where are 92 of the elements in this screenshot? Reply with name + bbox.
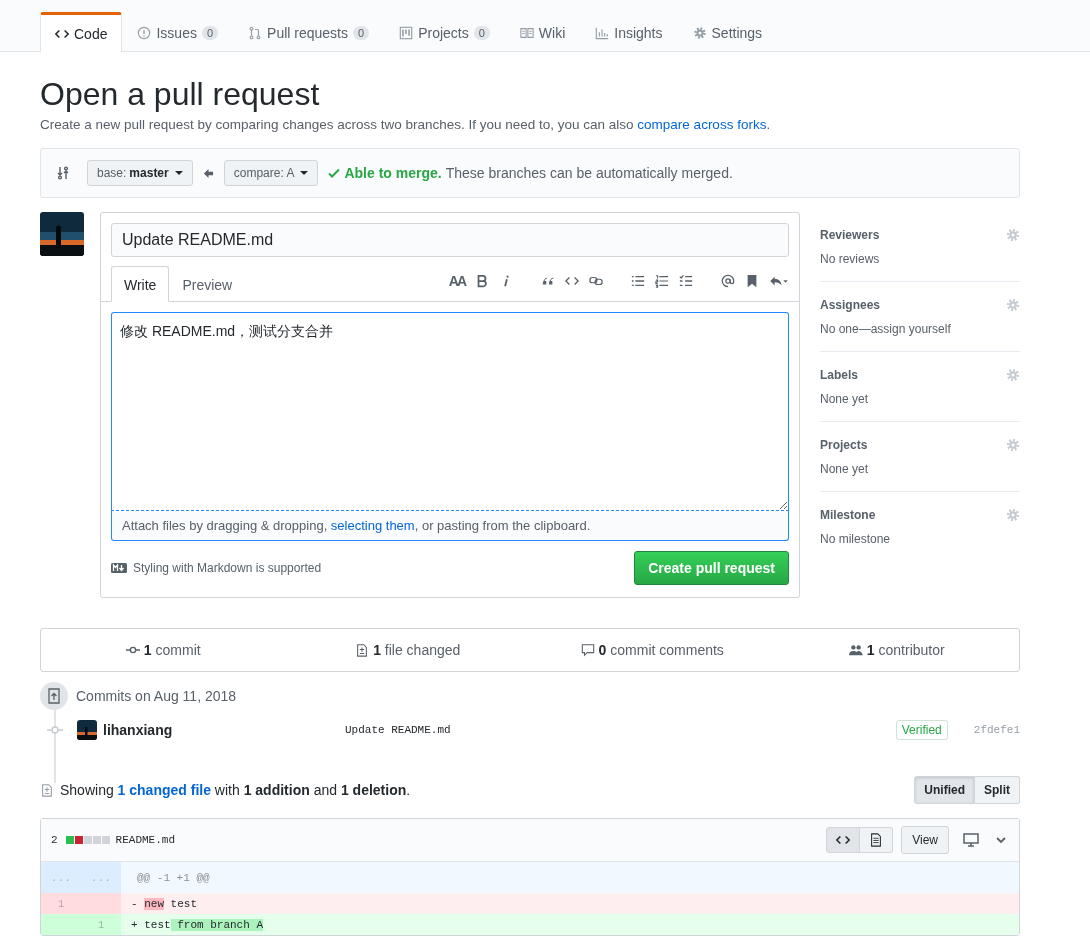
tab-label: Issues <box>156 25 197 41</box>
changes-summary: Showing 1 changed file with 1 addition and 1 deletion. <box>60 782 411 798</box>
summary-stat[interactable]: 1 contributor <box>866 642 945 658</box>
line-number: ... <box>41 862 81 893</box>
sidebar-value: None yet <box>820 392 870 406</box>
mention-icon[interactable] <box>721 274 735 288</box>
markdown-note: Styling with Markdown is supported <box>133 561 322 575</box>
editor-tab[interactable]: Write <box>111 266 170 302</box>
repo-tab[interactable]: Insights <box>580 12 678 52</box>
tab-label: Insights <box>614 25 663 41</box>
hunk-header: @@ -1 +1 @@ <box>136 871 210 884</box>
desktop-icon[interactable] <box>963 832 979 848</box>
tab-label: Pull requests <box>267 25 348 41</box>
repo-tab[interactable]: Issues 0 <box>122 12 234 52</box>
sidebar-value: No milestone <box>820 532 892 546</box>
compare-arrows-icon <box>55 165 71 181</box>
summary-stat[interactable]: 0 commit comments <box>598 642 724 658</box>
change-count: 2 <box>51 834 58 846</box>
reply-icon[interactable] <box>769 274 789 288</box>
sidebar-heading: Milestone <box>820 508 876 522</box>
sidebar-heading: Projects <box>820 438 868 452</box>
line-number: 1 <box>41 893 81 914</box>
page-title: Open a pull request <box>40 76 321 113</box>
tab-label: Wiki <box>538 25 566 41</box>
merge-note: These branches can be automatically merged. <box>445 165 733 181</box>
bar-graph-icon <box>595 26 610 40</box>
people-icon <box>848 643 863 657</box>
merge-status: Able to merge. <box>344 165 442 181</box>
tab-label: Projects <box>418 25 469 41</box>
compare-branch-select[interactable]: compare: A <box>223 160 319 186</box>
left-arrow-icon <box>202 167 214 179</box>
code-icon <box>836 833 851 847</box>
project-board-icon <box>399 26 414 40</box>
tab-counter: 0 <box>353 26 370 40</box>
view-file-button[interactable]: View <box>901 826 949 854</box>
book-icon <box>519 26 534 40</box>
repo-push-icon <box>40 682 68 710</box>
sidebar-value: No one—assign yourself <box>820 322 952 336</box>
line-number: ... <box>81 862 121 893</box>
repo-tab[interactable]: Wiki <box>504 12 581 52</box>
source-view-button[interactable] <box>826 827 861 853</box>
check-icon <box>328 167 341 179</box>
sidebar-value: No reviews <box>820 252 881 266</box>
code-line: - new test <box>130 897 198 910</box>
repo-tab[interactable]: Code <box>40 12 123 53</box>
bookmark-icon[interactable] <box>745 274 759 288</box>
base-branch-select[interactable]: base: master <box>87 160 193 186</box>
pull-request-icon <box>248 26 263 40</box>
file-diff-icon <box>40 783 54 797</box>
diff-view-toggle[interactable]: Unified <box>914 776 975 804</box>
code-line: + test from branch A <box>130 918 264 931</box>
settings-icon <box>692 26 707 40</box>
summary-stat[interactable]: 1 file changed <box>373 642 461 658</box>
tab-counter: 0 <box>201 26 219 40</box>
comment-icon <box>580 643 595 657</box>
tab-label: Settings <box>711 25 763 41</box>
line-number <box>81 893 121 914</box>
comment-field[interactable]: 修改 README.md，测试分支合并 <box>111 312 789 511</box>
editor-tab[interactable]: Preview <box>169 266 246 302</box>
sidebar-heading: Assignees <box>820 298 881 312</box>
repo-tab[interactable]: Projects 0 <box>384 12 505 52</box>
text-size-tool[interactable]: AA <box>448 273 465 289</box>
rich-view-button[interactable] <box>860 827 894 853</box>
commit-author[interactable]: lihanxiang <box>103 722 345 738</box>
numbered-list-icon[interactable] <box>655 274 669 288</box>
repo-tab[interactable]: Settings <box>677 12 778 52</box>
bullet-list-icon[interactable] <box>631 274 645 288</box>
repo-tab[interactable]: Pull requests 0 <box>233 12 385 52</box>
line-number: 1 <box>81 914 121 935</box>
sidebar-heading: Labels <box>820 368 858 382</box>
document-icon <box>869 833 884 847</box>
tab-counter: 0 <box>473 26 490 40</box>
sidebar-heading: Reviewers <box>820 228 880 242</box>
task-list-icon[interactable] <box>679 274 693 288</box>
diff-view-toggle[interactable]: Split <box>975 776 1020 804</box>
tab-label: Code <box>74 25 108 42</box>
summary-stat[interactable]: 1 commit <box>143 642 201 658</box>
file-diff-icon <box>355 643 370 657</box>
commit-date: Commits on Aug 11, 2018 <box>76 688 237 704</box>
attach-hint: Attach files by dragging & dropping, selecting them, or pasting from the clipboard. <box>111 511 789 541</box>
bold-icon[interactable] <box>475 274 489 288</box>
select-files-link[interactable]: selecting them <box>330 518 415 533</box>
link-icon[interactable] <box>589 274 603 288</box>
code-icon[interactable] <box>565 274 579 288</box>
page-subtitle: Create a new pull request by comparing changes across two branches. If you need to, you can also compare across forks. <box>40 117 772 132</box>
file-name[interactable]: README.md <box>115 834 176 846</box>
title-field[interactable]: Update README.md <box>111 223 789 257</box>
markdown-icon <box>111 563 127 573</box>
sidebar-value: None yet <box>820 462 870 476</box>
line-number <box>41 914 81 935</box>
issue-icon <box>137 26 152 40</box>
commit-message[interactable]: Update README.md <box>345 724 451 736</box>
